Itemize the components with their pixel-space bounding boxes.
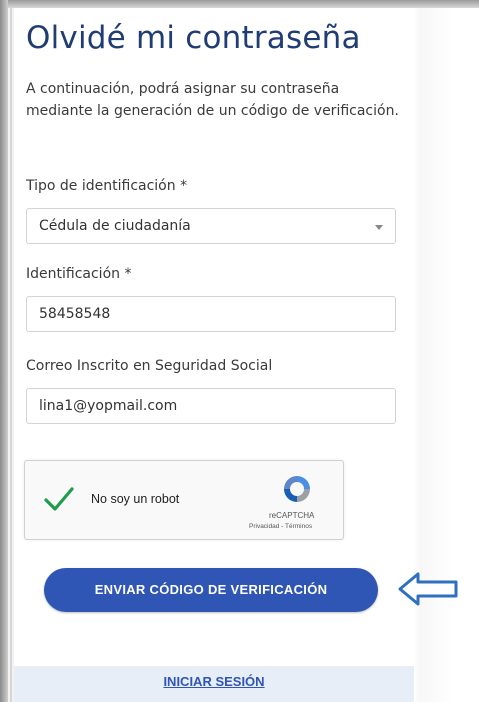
recaptcha-brand: reCAPTCHA — [269, 511, 315, 520]
id-type-label: Tipo de identificación * — [26, 178, 188, 194]
id-number-value: 58458548 — [39, 306, 111, 322]
checkmark-icon[interactable] — [43, 485, 75, 513]
id-number-input[interactable]: 58458548 — [26, 296, 396, 332]
left-arrow-icon — [398, 572, 458, 606]
login-link[interactable]: INICIAR SESIÓN — [14, 674, 414, 689]
login-footer: INICIAR SESIÓN — [14, 666, 414, 702]
recaptcha-logo-icon — [284, 476, 310, 502]
recaptcha-widget[interactable]: No soy un robot reCAPTCHA Privacidad - T… — [24, 460, 344, 540]
send-verification-code-button[interactable]: ENVIAR CÓDIGO DE VERIFICACIÓN — [44, 568, 378, 612]
email-input[interactable]: lina1@yopmail.com — [26, 388, 396, 424]
email-value: lina1@yopmail.com — [39, 398, 178, 414]
frame-top-border — [0, 0, 479, 8]
intro-text: A continuación, podrá asignar su contras… — [26, 81, 399, 119]
recaptcha-links[interactable]: Privacidad - Términos — [249, 523, 312, 530]
chevron-down-icon[interactable] — [375, 225, 383, 230]
frame-left-border — [0, 0, 8, 702]
panel-left-divider — [10, 8, 12, 702]
email-label: Correo Inscrito en Seguridad Social — [26, 358, 273, 374]
captcha-label: No soy un robot — [91, 492, 180, 506]
id-type-value: Cédula de ciudadanía — [39, 218, 191, 234]
id-number-label: Identificación * — [26, 266, 132, 282]
id-type-select[interactable]: Cédula de ciudadanía — [26, 208, 396, 244]
forgot-password-panel: Olvidé mi contraseña A continuación, pod… — [14, 8, 414, 702]
page-title: Olvidé mi contraseña — [26, 20, 361, 56]
